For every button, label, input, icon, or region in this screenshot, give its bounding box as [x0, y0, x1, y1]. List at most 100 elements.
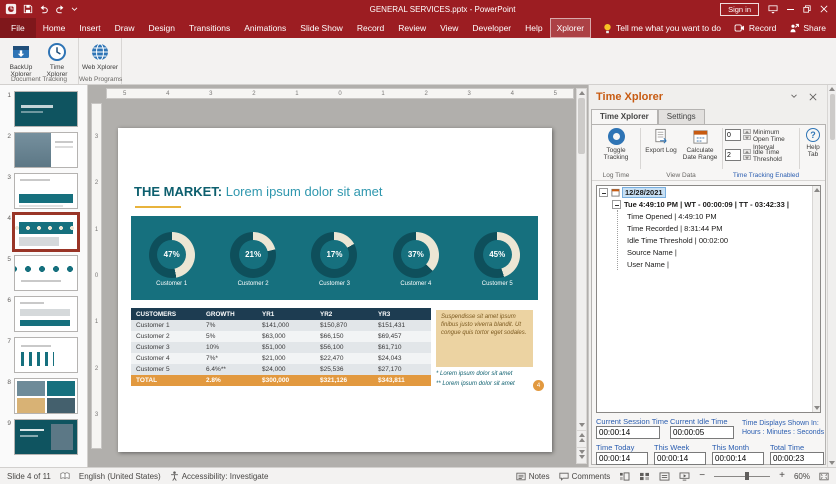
time-xplorer-button[interactable]: Time Xplorer	[39, 41, 75, 79]
slide-thumbnail-image[interactable]	[14, 296, 78, 332]
tab-review[interactable]: Review	[391, 18, 433, 38]
backup-xplorer-button[interactable]: BackUp Xplorer	[3, 41, 39, 79]
tree-scrollbar[interactable]	[812, 186, 820, 412]
pane-close-icon[interactable]	[809, 93, 817, 101]
language-indicator[interactable]: English (United States)	[79, 472, 161, 481]
donut-customer-4[interactable]: 37%Customer 4	[393, 232, 439, 287]
current-session-time-value[interactable]	[596, 426, 660, 439]
scroll-up-icon[interactable]	[579, 91, 585, 95]
restore-icon[interactable]	[803, 5, 811, 13]
tree-item[interactable]: Source Name |	[618, 246, 820, 258]
toggle-tracking-button[interactable]: Toggle Tracking	[594, 128, 638, 162]
normal-view-button[interactable]	[619, 472, 630, 481]
next-slide-button[interactable]	[577, 447, 586, 461]
save-icon[interactable]	[23, 4, 33, 14]
scroll-down-icon[interactable]	[829, 461, 835, 465]
this-month-value[interactable]	[712, 452, 764, 465]
zoom-slider-thumb[interactable]	[745, 472, 749, 480]
tab-developer[interactable]: Developer	[465, 18, 518, 38]
slide-thumbnail-8[interactable]: 8	[2, 378, 83, 414]
time-today-value[interactable]	[596, 452, 648, 465]
total-time-value[interactable]	[770, 452, 824, 465]
donut-chart[interactable]: 17%	[311, 232, 357, 278]
zoom-slider[interactable]	[714, 476, 770, 477]
horizontal-ruler[interactable]: 54321012345	[106, 88, 574, 99]
previous-slide-button[interactable]	[577, 430, 586, 444]
scrollbar-thumb[interactable]	[578, 98, 585, 154]
zoom-in-button[interactable]: +	[779, 471, 785, 481]
pane-scrollbar[interactable]	[827, 85, 836, 467]
slide-sorter-view-button[interactable]	[639, 472, 650, 481]
pane-tab-settings[interactable]: Settings	[658, 109, 705, 124]
slide-thumbnail-4-selected[interactable]: 4	[2, 214, 83, 250]
web-xplorer-button[interactable]: Web Xplorer	[82, 41, 118, 71]
slide-thumbnail-image[interactable]	[14, 255, 78, 291]
tree-item[interactable]: Time Recorded | 8:31:44 PM	[618, 222, 820, 234]
calculate-date-range-button[interactable]: Calculate Date Range	[680, 128, 720, 162]
tab-draw[interactable]: Draw	[108, 18, 142, 38]
donut-chart[interactable]: 47%	[149, 232, 195, 278]
notes-button[interactable]: Notes	[516, 472, 550, 481]
sign-in-button[interactable]: Sign in	[720, 3, 759, 16]
share-button[interactable]: Share	[789, 23, 826, 33]
donut-customer-3[interactable]: 17%Customer 3	[311, 232, 357, 287]
donut-chart-band[interactable]: 47%Customer 1 21%Customer 2 17%Customer …	[131, 216, 538, 300]
tab-animations[interactable]: Animations	[237, 18, 293, 38]
tab-slide-show[interactable]: Slide Show	[293, 18, 350, 38]
close-icon[interactable]	[820, 5, 828, 13]
slide-thumbnail-3[interactable]: 3	[2, 173, 83, 209]
slide-thumbnail-2[interactable]: 2	[2, 132, 83, 168]
comments-button[interactable]: Comments	[559, 472, 611, 481]
slide-thumbnail-pane[interactable]: 1 2 3 4 5 6 7 8 9	[0, 85, 88, 467]
donut-customer-5[interactable]: 45%Customer 5	[474, 232, 520, 287]
collapse-icon[interactable]	[599, 188, 608, 197]
this-week-value[interactable]	[654, 452, 706, 465]
tab-record[interactable]: Record	[350, 18, 391, 38]
donut-chart[interactable]: 37%	[393, 232, 439, 278]
idle-threshold-input[interactable]	[725, 149, 741, 161]
slide-thumbnail-6[interactable]: 6	[2, 296, 83, 332]
slide-title[interactable]: THE MARKET: Lorem ipsum dolor sit amet	[134, 184, 383, 199]
tree-date-label[interactable]: 12/28/2021	[623, 188, 665, 197]
tree-date-row[interactable]: 12/28/2021	[597, 186, 820, 198]
tab-view[interactable]: View	[433, 18, 465, 38]
min-open-time-input[interactable]	[725, 129, 741, 141]
spinner-arrows[interactable]	[743, 149, 751, 160]
fit-slide-to-window-button[interactable]	[819, 472, 829, 481]
tab-xplorer[interactable]: Xplorer	[550, 18, 591, 38]
tree-item[interactable]: Idle Time Threshold | 00:02:00	[618, 234, 820, 246]
donut-customer-1[interactable]: 47%Customer 1	[149, 232, 195, 287]
time-log-tree[interactable]: 12/28/2021 Tue 4:49:10 PM | WT - 00:00:0…	[596, 185, 821, 413]
slide-thumbnail-7[interactable]: 7	[2, 337, 83, 373]
spell-check-button[interactable]	[60, 472, 70, 480]
slide-thumbnail-1[interactable]: 1	[2, 91, 83, 127]
current-idle-time-value[interactable]	[670, 426, 734, 439]
slideshow-view-button[interactable]	[679, 472, 690, 481]
scroll-down-icon[interactable]	[579, 423, 585, 427]
slide-thumbnail-image[interactable]	[14, 214, 78, 250]
tree-session-row[interactable]: Tue 4:49:10 PM | WT - 00:00:09 | TT - 03…	[597, 198, 820, 210]
slide-thumbnail-image[interactable]	[14, 378, 78, 414]
vertical-ruler[interactable]: 3210123	[91, 103, 102, 449]
zoom-level[interactable]: 60%	[794, 472, 810, 481]
reading-view-button[interactable]	[659, 472, 670, 481]
spinner-arrows[interactable]	[743, 129, 751, 140]
help-tab-button[interactable]: ? Help Tab	[801, 128, 825, 159]
slide-thumbnail-9[interactable]: 9	[2, 419, 83, 455]
donut-customer-2[interactable]: 21%Customer 2	[230, 232, 276, 287]
slide-thumbnail-image[interactable]	[14, 419, 78, 455]
market-table[interactable]: CUSTOMERS GROWTH YR1 YR2 YR3 Customer 17…	[131, 308, 431, 386]
donut-chart[interactable]: 45%	[474, 232, 520, 278]
tree-session-label[interactable]: Tue 4:49:10 PM | WT - 00:00:09 | TT - 03…	[624, 200, 789, 209]
tab-help[interactable]: Help	[518, 18, 549, 38]
tab-insert[interactable]: Insert	[72, 18, 107, 38]
tab-file[interactable]: File	[0, 18, 36, 38]
collapse-icon[interactable]	[612, 200, 621, 209]
slide-canvas[interactable]: THE MARKET: Lorem ipsum dolor sit amet 4…	[118, 128, 552, 452]
editor-vertical-scrollbar[interactable]	[576, 88, 587, 464]
scroll-up-icon[interactable]	[829, 87, 835, 91]
slide-thumbnail-image[interactable]	[14, 337, 78, 373]
slide-counter[interactable]: Slide 4 of 11	[7, 472, 51, 481]
qat-customize-icon[interactable]	[71, 7, 78, 12]
tell-me-box[interactable]: Tell me what you want to do	[595, 18, 729, 38]
